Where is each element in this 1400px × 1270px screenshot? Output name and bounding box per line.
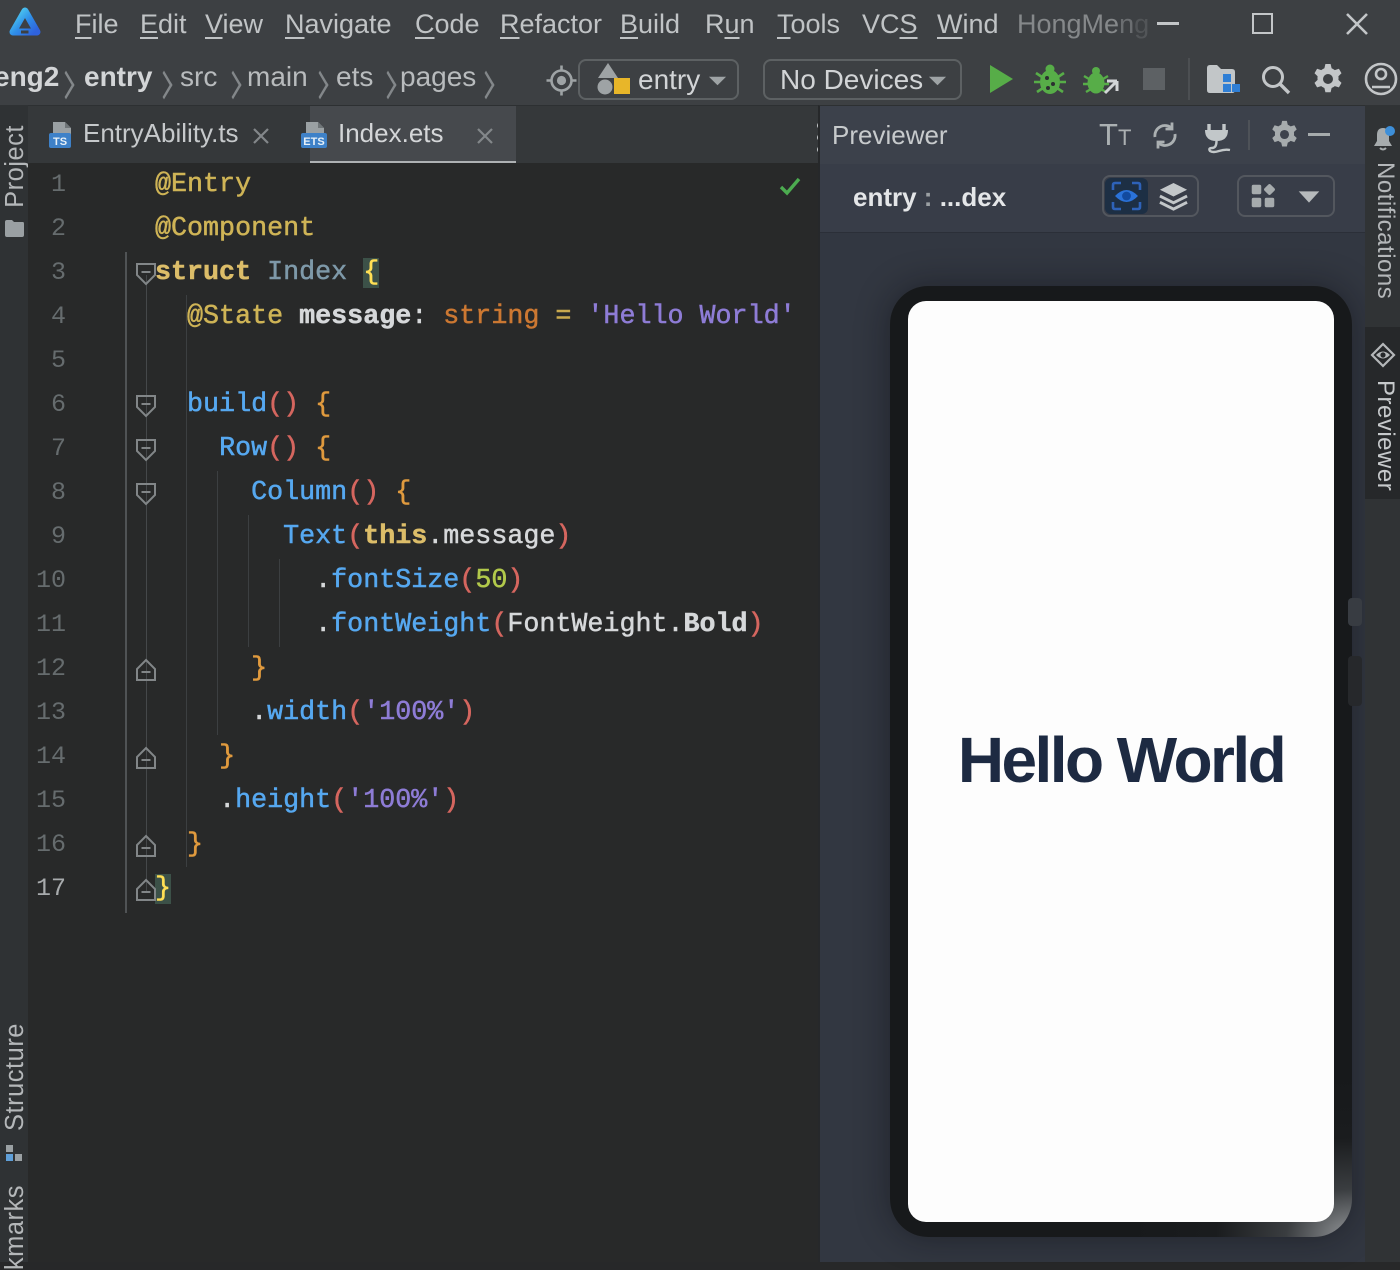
svg-text:ETS: ETS [303, 136, 324, 148]
svg-text:TS: TS [53, 136, 67, 148]
